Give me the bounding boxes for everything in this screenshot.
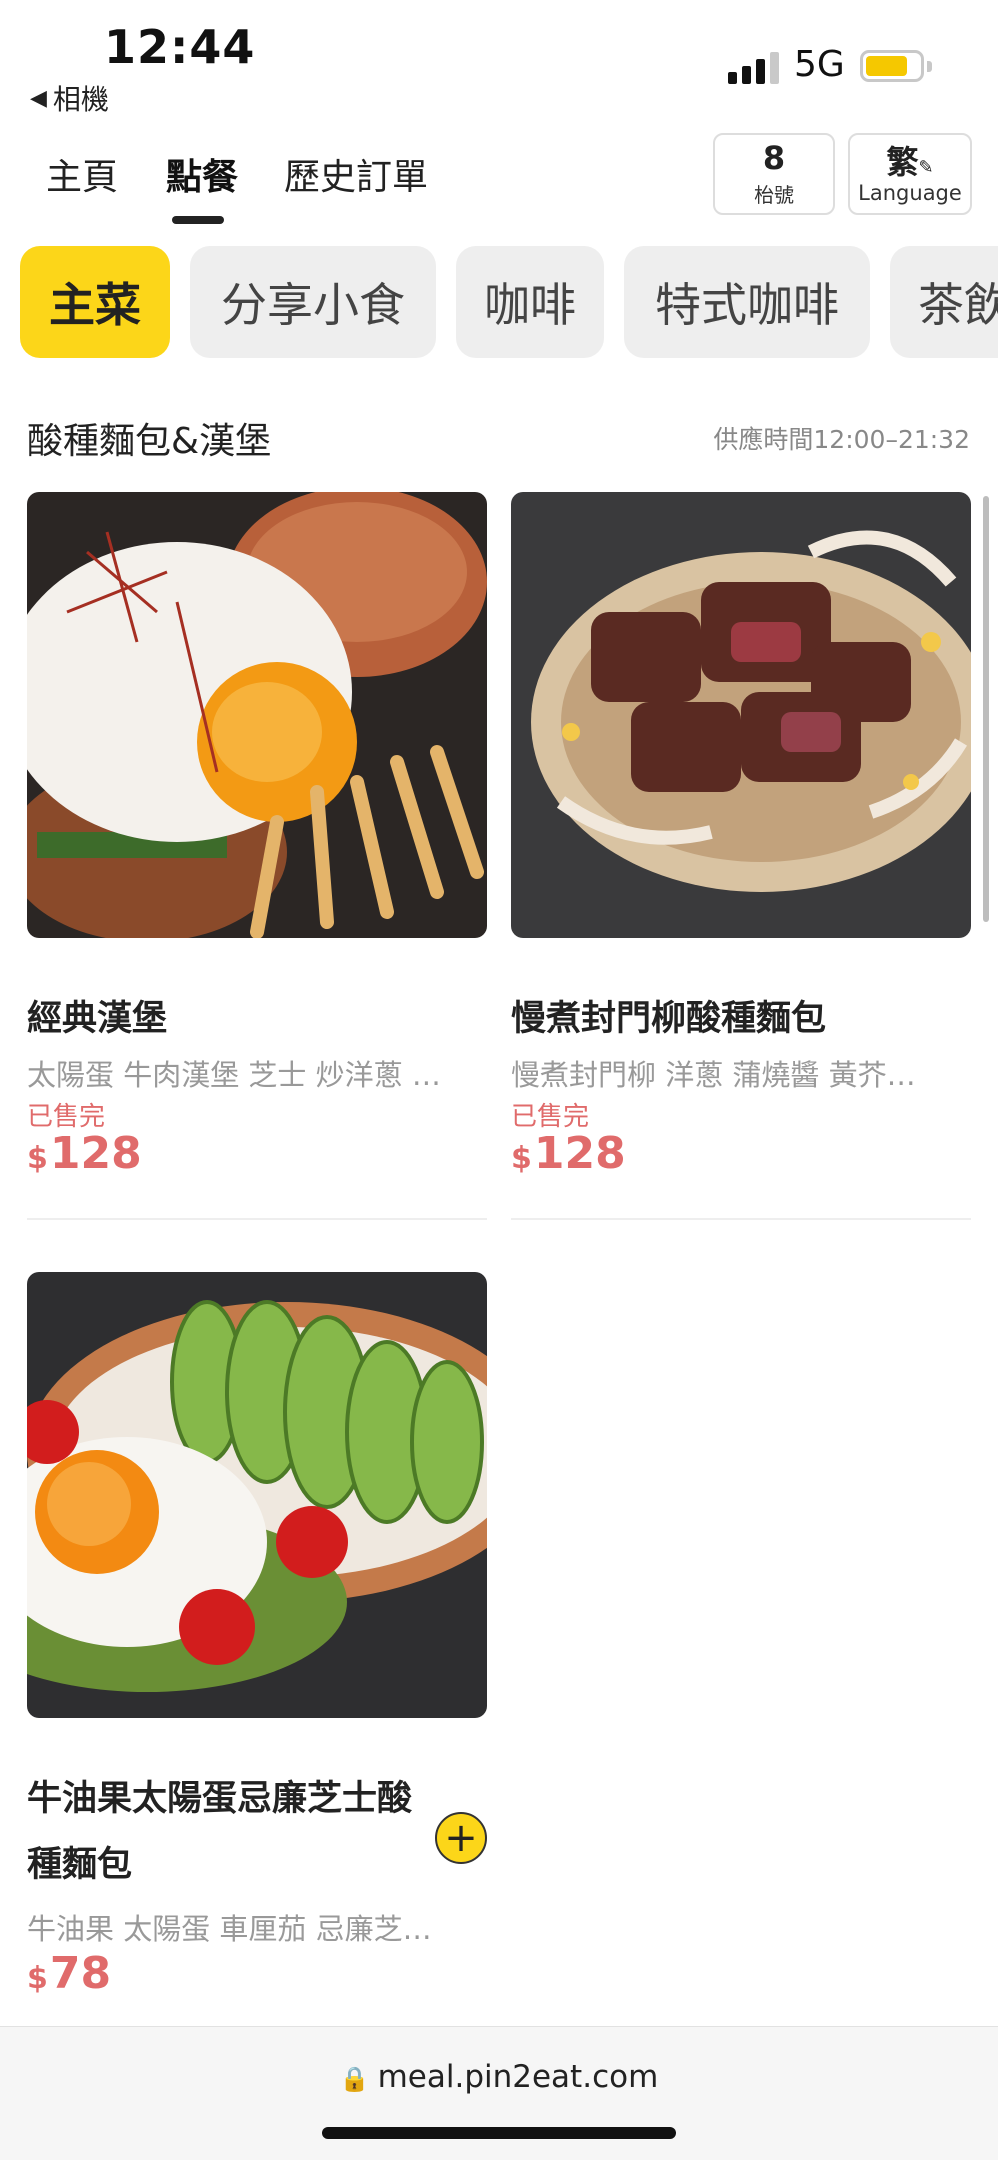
active-tab-indicator — [172, 216, 224, 224]
network-type: 5G — [794, 44, 845, 85]
category-chip-sharing[interactable]: 分享小食 — [190, 246, 436, 358]
category-chip-main[interactable]: 主菜 — [20, 246, 170, 358]
home-indicator[interactable] — [322, 2127, 676, 2139]
product-photo-burger[interactable] — [27, 492, 487, 938]
product-name: 經典漢堡 — [27, 999, 168, 1039]
table-number: 8 — [762, 139, 786, 177]
product-photo-steak[interactable] — [511, 492, 971, 938]
product-description: 太陽蛋 牛肉漢堡 芝士 炒洋蔥 … — [27, 1058, 441, 1092]
product-photo-avocado-toast[interactable] — [27, 1272, 487, 1718]
product-card[interactable]: 慢煮封門柳酸種麵包 慢煮封門柳 洋蔥 蒲燒醬 黃芥… 已售完 $128 — [511, 492, 971, 1220]
tab-order-history[interactable]: 歷史訂單 — [284, 148, 428, 200]
product-description: 慢煮封門柳 洋蔥 蒲燒醬 黃芥… — [511, 1058, 916, 1092]
price-value: 128 — [533, 1128, 626, 1179]
category-chip-special-coffee[interactable]: 特式咖啡 — [624, 246, 870, 358]
category-chip-tea[interactable]: 茶飲 — [890, 246, 998, 358]
section-hours: 供應時間12:00–21:32 — [713, 425, 970, 454]
battery-tip — [927, 61, 932, 72]
divider — [511, 1218, 971, 1220]
back-label: 相機 — [52, 83, 109, 116]
category-chip-coffee[interactable]: 咖啡 — [456, 246, 604, 358]
language-current: 繁✎ — [850, 137, 970, 183]
battery-icon — [860, 50, 924, 82]
divider — [27, 1218, 487, 1220]
top-nav: 主頁 點餐 歷史訂單 8 枱號 繁✎ Language — [0, 130, 998, 230]
language-label: Language — [858, 181, 962, 205]
product-card[interactable]: 經典漢堡 太陽蛋 牛肉漢堡 芝士 炒洋蔥 … 已售完 $128 — [27, 492, 487, 1220]
lock-icon: 🔒 — [339, 2065, 370, 2093]
currency-symbol: $ — [27, 1961, 48, 1996]
product-price: $78 — [27, 1948, 111, 1999]
status-bar: 12:44 ◀ 相機 5G — [0, 0, 998, 120]
url-display[interactable]: 🔒 meal.pin2eat.com — [0, 2059, 998, 2095]
browser-address-bar[interactable]: 🔒 meal.pin2eat.com — [0, 2026, 998, 2160]
add-to-cart-button[interactable]: + — [435, 1812, 487, 1864]
category-bar: 主菜 分享小食 咖啡 特式咖啡 茶飲 — [0, 246, 998, 358]
signal-icon — [728, 50, 780, 84]
battery-level — [866, 56, 907, 76]
clock: 12:44 — [104, 20, 256, 74]
product-description: 牛油果 太陽蛋 車厘茄 忌廉芝… — [27, 1912, 432, 1946]
plus-icon: + — [444, 1815, 478, 1861]
url-text: meal.pin2eat.com — [377, 2059, 659, 2095]
section-title: 酸種麵包&漢堡 — [27, 421, 272, 462]
price-value: 128 — [49, 1128, 142, 1179]
back-to-camera-link[interactable]: ◀ 相機 — [30, 78, 109, 118]
currency-symbol: $ — [511, 1141, 532, 1176]
tab-order[interactable]: 點餐 — [166, 148, 238, 200]
table-label: 枱號 — [754, 183, 794, 207]
language-short: 繁 — [886, 143, 919, 181]
product-name: 慢煮封門柳酸種麵包 — [511, 999, 827, 1039]
pencil-icon: ✎ — [918, 157, 934, 178]
currency-symbol: $ — [27, 1141, 48, 1176]
tab-home[interactable]: 主頁 — [46, 148, 118, 200]
product-price: $128 — [27, 1128, 142, 1179]
product-card[interactable]: 牛油果太陽蛋忌廉芝士酸種麵包 + 牛油果 太陽蛋 車厘茄 忌廉芝… $78 — [27, 1272, 487, 2012]
product-name: 牛油果太陽蛋忌廉芝士酸種麵包 — [27, 1779, 413, 1885]
scrollbar[interactable] — [983, 496, 989, 922]
table-number-button[interactable]: 8 枱號 — [713, 133, 835, 215]
back-arrow-icon: ◀ — [30, 85, 47, 111]
product-price: $128 — [511, 1128, 626, 1179]
price-value: 78 — [49, 1948, 112, 1999]
language-button[interactable]: 繁✎ Language — [848, 133, 972, 215]
